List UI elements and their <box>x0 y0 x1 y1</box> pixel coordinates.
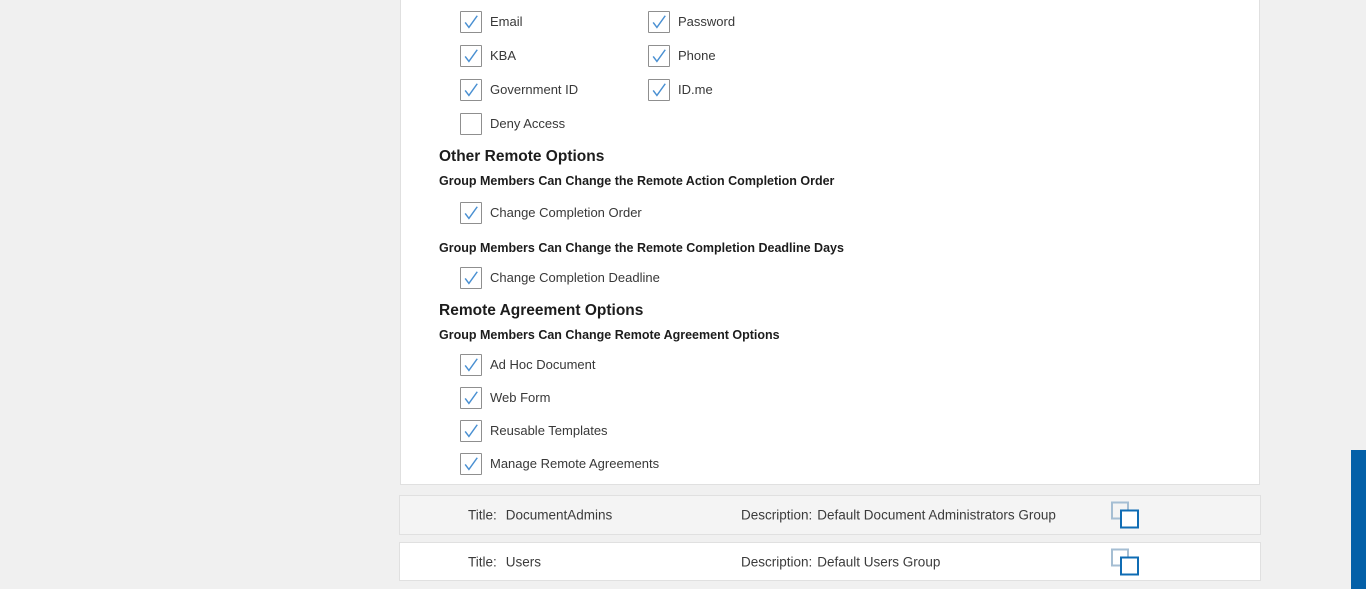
checkbox-manage-remote-agreements[interactable] <box>460 453 482 475</box>
check-icon <box>461 388 481 408</box>
title-value: Users <box>506 554 541 569</box>
checkbox-item-kba[interactable]: KBA <box>460 44 648 67</box>
group-row-description: Description: Default Users Group <box>741 554 940 569</box>
group-row-description: Description: Default Document Administrat… <box>741 508 1056 523</box>
section-heading-remote-agreement-options: Remote Agreement Options <box>439 301 1259 321</box>
checkbox-label: Manage Remote Agreements <box>490 456 659 471</box>
subheading-change-completion-order: Group Members Can Change the Remote Acti… <box>439 173 1259 189</box>
check-icon <box>461 12 481 32</box>
checkbox-label: Phone <box>678 48 716 63</box>
checkbox-item-deny-access[interactable]: Deny Access <box>460 112 648 135</box>
check-icon <box>461 421 481 441</box>
checkbox-item-reusable-templates[interactable]: Reusable Templates <box>460 419 1259 442</box>
group-settings-panel: Email Password KBA Phone Government ID I… <box>400 0 1260 485</box>
vertical-scrollbar-thumb[interactable] <box>1351 450 1366 589</box>
checkbox-reusable-templates[interactable] <box>460 420 482 442</box>
checkbox-label: Ad Hoc Document <box>490 357 596 372</box>
title-value: DocumentAdmins <box>506 508 613 523</box>
checkbox-item-ad-hoc-document[interactable]: Ad Hoc Document <box>460 353 1259 376</box>
checkbox-government-id[interactable] <box>460 79 482 101</box>
subheading-change-completion-deadline: Group Members Can Change the Remote Comp… <box>439 240 1259 256</box>
checkbox-label: Email <box>490 14 523 29</box>
checkbox-item-email[interactable]: Email <box>460 10 648 33</box>
checkbox-label: Password <box>678 14 735 29</box>
description-value: Default Document Administrators Group <box>817 508 1056 523</box>
subheading-remote-agreement-options: Group Members Can Change Remote Agreemen… <box>439 327 1259 343</box>
checkbox-phone[interactable] <box>648 45 670 67</box>
checkbox-label: KBA <box>490 48 516 63</box>
description-label: Description: <box>741 554 812 569</box>
check-icon <box>461 268 481 288</box>
check-icon <box>649 12 669 32</box>
check-icon <box>461 80 481 100</box>
checkbox-web-form[interactable] <box>460 387 482 409</box>
description-value: Default Users Group <box>817 554 940 569</box>
remote-agreement-checkbox-list: Ad Hoc Document Web Form Reusable Templa… <box>460 353 1259 475</box>
checkbox-item-change-completion-deadline[interactable]: Change Completion Deadline <box>460 266 1259 289</box>
checkbox-label: Government ID <box>490 82 578 97</box>
checkbox-email[interactable] <box>460 11 482 33</box>
checkbox-item-phone[interactable]: Phone <box>648 44 1259 67</box>
checkbox-item-government-id[interactable]: Government ID <box>460 78 648 101</box>
copy-icon <box>1111 548 1139 575</box>
group-row-title: Title: DocumentAdmins <box>468 508 612 523</box>
copy-group-button[interactable] <box>1111 548 1139 575</box>
description-label: Description: <box>741 508 812 523</box>
checkbox-label: Change Completion Deadline <box>490 270 660 285</box>
checkbox-password[interactable] <box>648 11 670 33</box>
title-label: Title: <box>468 554 497 569</box>
checkbox-change-completion-order[interactable] <box>460 202 482 224</box>
checkbox-label: ID.me <box>678 82 713 97</box>
copy-icon <box>1111 502 1139 529</box>
checkbox-idme[interactable] <box>648 79 670 101</box>
copy-group-button[interactable] <box>1111 502 1139 529</box>
section-heading-other-remote-options: Other Remote Options <box>439 147 1259 167</box>
checkbox-item-idme[interactable]: ID.me <box>648 78 1259 101</box>
group-row-documentadmins[interactable]: Title: DocumentAdmins Description: Default… <box>399 495 1261 535</box>
check-icon <box>461 454 481 474</box>
group-row-title: Title: Users <box>468 554 541 569</box>
group-row-users[interactable]: Title: Users Description: Default Users Gr… <box>399 542 1261 581</box>
check-icon <box>649 46 669 66</box>
checkbox-item-change-completion-order[interactable]: Change Completion Order <box>460 201 1259 224</box>
checkbox-ad-hoc-document[interactable] <box>460 354 482 376</box>
checkbox-item-web-form[interactable]: Web Form <box>460 386 1259 409</box>
checkbox-item-manage-remote-agreements[interactable]: Manage Remote Agreements <box>460 452 1259 475</box>
checkbox-kba[interactable] <box>460 45 482 67</box>
checkbox-label: Reusable Templates <box>490 423 608 438</box>
check-icon <box>461 46 481 66</box>
title-label: Title: <box>468 508 497 523</box>
checkbox-item-password[interactable]: Password <box>648 10 1259 33</box>
checkbox-label: Deny Access <box>490 116 565 131</box>
checkbox-change-completion-deadline[interactable] <box>460 267 482 289</box>
check-icon <box>649 80 669 100</box>
checkbox-label: Web Form <box>490 390 550 405</box>
check-icon <box>461 355 481 375</box>
checkbox-deny-access[interactable] <box>460 113 482 135</box>
checkbox-label: Change Completion Order <box>490 205 642 220</box>
check-icon <box>461 203 481 223</box>
auth-options-grid: Email Password KBA Phone Government ID I… <box>460 10 1259 135</box>
